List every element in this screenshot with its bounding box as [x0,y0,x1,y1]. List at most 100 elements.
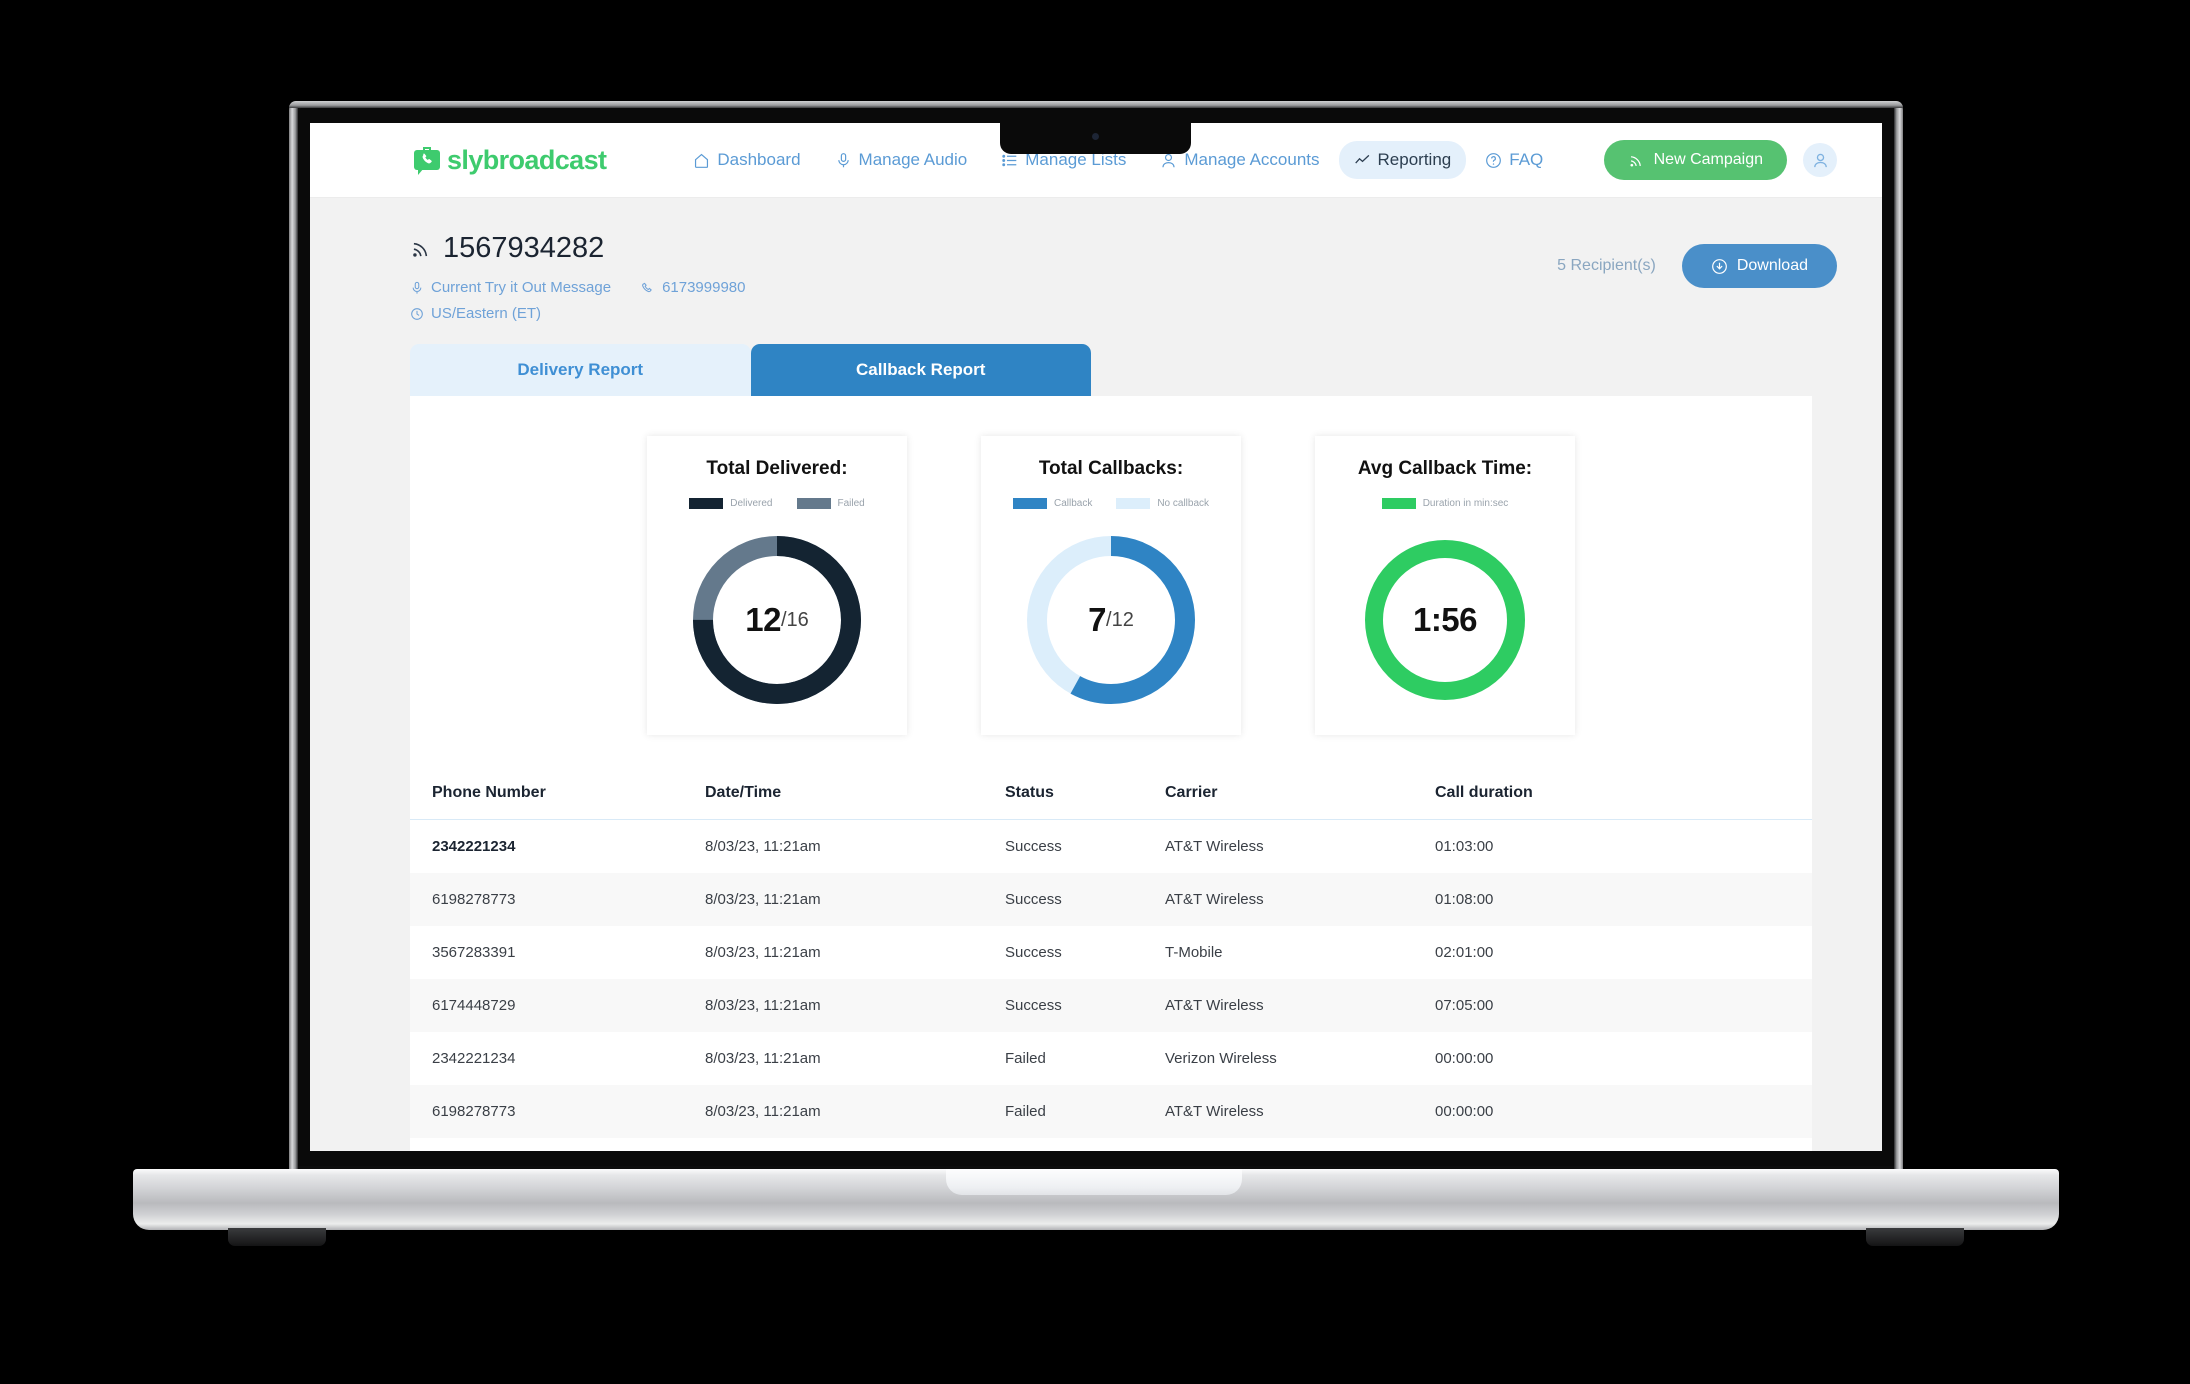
table-row[interactable]: 6198278773 8/03/23, 11:21am Success AT&T… [410,873,1812,926]
new-campaign-button[interactable]: New Campaign [1603,140,1787,180]
chart-card-total-callbacks: Total Callbacks: Callback No callback 7 … [981,436,1241,735]
cell-duration: 02:01:00 [1435,944,1494,961]
column-header-carrier[interactable]: Carrier [1165,767,1435,820]
nav-label: Reporting [1377,150,1452,169]
nav-label: Manage Audio [858,150,968,169]
chart-title: Total Delivered: [706,458,848,479]
cell-status: Success [1005,838,1062,855]
chart-title: Avg Callback Time: [1357,458,1533,479]
charts-row: Total Delivered: Delivered Failed 12 /16… [410,424,1812,767]
current-message-label: Current Try it Out Message [431,279,612,296]
page-meta-row-2: US/Eastern (ET) [410,305,1557,322]
nav-label: Manage Accounts [1184,150,1320,169]
download-button[interactable]: Download [1681,244,1837,288]
cell-status: Failed [1005,1050,1046,1067]
laptop-foot-left [228,1228,326,1246]
table-header-row: Phone Number Date/Time Status Carrier Ca… [410,767,1812,820]
page-meta-row-1: Current Try it Out Message 6173999980 [410,279,1557,296]
donut-center-value: 7 /12 [1022,531,1200,709]
donut-total: /16 [780,608,809,631]
nav-right-actions: New Campaign [1603,140,1837,180]
report-tabs: Delivery Report Callback Report [410,344,1091,396]
donut-center-value: 1:56 [1356,531,1534,709]
broadcast-icon [1628,152,1645,169]
table-row[interactable]: 3567283391 8/03/23, 11:21am Success T-Mo… [410,926,1812,979]
laptop-bezel-left [289,101,298,1169]
cell-datetime: 8/03/23, 11:21am [705,944,821,961]
donut-value: 12 [745,601,781,638]
cell-datetime: 8/03/23, 11:21am [705,1138,1005,1151]
donut-chart-delivered: 12 /16 [688,531,866,709]
download-circle-icon [1711,258,1728,275]
account-avatar-button[interactable] [1803,143,1837,177]
donut-chart-callbacks: 7 /12 [1022,531,1200,709]
cell-datetime: 8/03/23, 11:21am [705,838,821,855]
table-body: 2342221234 8/03/23, 11:21am Success AT&T… [410,819,1812,1151]
cell-phone: 2342221234 [432,1050,516,1067]
nav-item-manage-audio[interactable]: Manage Audio [820,141,983,179]
nav-label: FAQ [1509,150,1544,169]
column-header-datetime[interactable]: Date/Time [705,767,1005,820]
cell-duration: 02:23:10 [1435,1138,1812,1151]
brand-name: slybroadcast [447,144,607,175]
cell-duration: 00:00:00 [1435,1103,1494,1120]
column-header-phone[interactable]: Phone Number [410,767,705,820]
cell-carrier: AT&T Wireless [1165,891,1264,908]
home-icon [693,152,710,169]
tab-callback-report[interactable]: Callback Report [750,344,1091,396]
cell-status: Failed [1005,1103,1046,1120]
legend-label: Failed [837,498,865,509]
legend-swatch [1116,498,1151,509]
broadcast-icon [410,237,433,260]
nav-item-dashboard[interactable]: Dashboard [678,141,815,179]
callback-number-chip[interactable]: 6173999980 [641,279,746,296]
table-row[interactable]: 6198278773 8/03/23, 11:21am Failed AT&T … [410,1085,1812,1138]
table-row[interactable]: 2342221234 8/03/23, 11:21am Success AT&T… [410,819,1812,873]
callback-report-table: Phone Number Date/Time Status Carrier Ca… [410,767,1812,1151]
donut-chart-avg-time: 1:56 [1356,531,1534,709]
page-header: 1567934282 Current Try it Out Message 61… [310,198,1882,344]
chart-legend: Duration in min:sec [1315,498,1575,509]
legend-swatch [796,498,831,509]
brand-logo[interactable]: slybroadcast [410,143,607,177]
legend-entry: No callback [1116,498,1209,509]
cell-duration: 01:03:00 [1435,838,1494,855]
cell-carrier: AT&T Wireless [1165,1103,1264,1120]
cell-phone: 3567283391 [410,1138,705,1151]
legend-label: Delivered [730,498,773,509]
legend-label: Duration in min:sec [1422,498,1509,509]
legend-swatch [689,498,724,509]
chart-card-total-delivered: Total Delivered: Delivered Failed 12 /16 [647,436,907,735]
current-message-chip[interactable]: Current Try it Out Message [410,279,611,296]
tab-delivery-report[interactable]: Delivery Report [410,344,751,396]
table-row[interactable]: 2342221234 8/03/23, 11:21am Failed Veriz… [410,1032,1812,1085]
chart-legend: Delivered Failed [647,498,907,509]
list-icon [1001,152,1018,169]
column-header-status[interactable]: Status [1005,767,1165,820]
nav-item-reporting[interactable]: Reporting [1338,141,1467,179]
cell-datetime: 8/03/23, 11:21am [705,997,821,1014]
recipients-count: 5 Recipient(s) [1557,257,1656,274]
chart-card-avg-callback-time: Avg Callback Time: Duration in min:sec 1… [1315,436,1575,735]
campaign-id: 1567934282 [443,232,605,264]
donut-center-value: 12 /16 [688,531,866,709]
legend-entry: Failed [796,498,865,509]
cell-duration: 01:08:00 [1435,891,1494,908]
table-row[interactable]: 6174448729 8/03/23, 11:21am Success AT&T… [410,979,1812,1032]
cell-duration: 07:05:00 [1435,997,1494,1014]
page-title: 1567934282 [410,232,1557,265]
table-row[interactable]: 3567283391 8/03/23, 11:21am Success Veri… [410,1138,1812,1151]
cell-phone: 6198278773 [432,1103,516,1120]
new-campaign-label: New Campaign [1653,151,1763,168]
laptop-base-notch [946,1169,1242,1195]
laptop-foot-right [1866,1228,1964,1246]
question-circle-icon [1485,152,1502,169]
callback-number: 6173999980 [662,279,746,296]
cell-phone: 6198278773 [432,891,516,908]
laptop-mockup: slybroadcast Dashboard Manage Audio Mana… [0,0,2190,1384]
nav-item-faq[interactable]: FAQ [1470,141,1558,179]
account-avatar-icon [1811,151,1830,170]
nav-label: Dashboard [717,150,801,169]
cell-phone: 3567283391 [432,944,516,961]
column-header-duration[interactable]: Call duration [1435,767,1812,820]
